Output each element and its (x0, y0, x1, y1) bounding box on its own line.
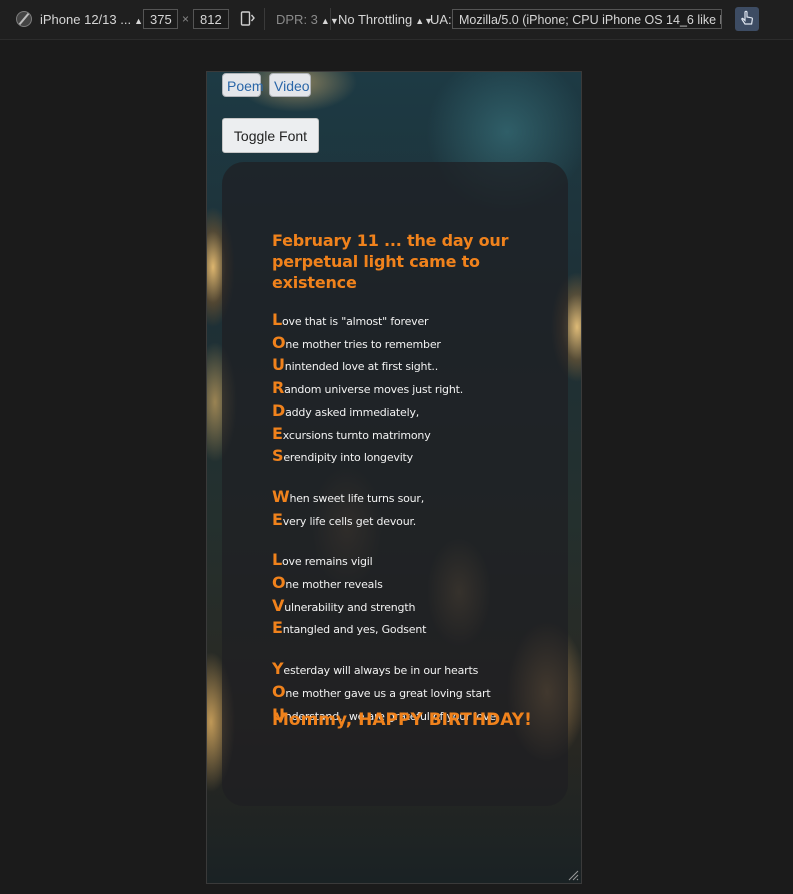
poem-line: Daddy asked immediately, (272, 401, 562, 424)
poem-line: When sweet life turns sour, (272, 487, 562, 510)
line-text: very life cells get devour. (282, 514, 417, 528)
line-text: erendipity into longevity (283, 451, 413, 465)
poem-card: February 11 ... the day our perpetual li… (222, 162, 568, 806)
poem-line: Entangled and yes, Godsent (272, 618, 562, 641)
poem-line: One mother gave us a great loving start (272, 682, 562, 705)
viewport-height-input[interactable]: 812 (193, 9, 229, 29)
line-text: esterday will always be in our hearts (283, 664, 479, 678)
device-label: iPhone 12/13 ... (40, 12, 132, 27)
poem-button[interactable]: Poem (222, 73, 264, 97)
throttling-label: No Throttling (338, 12, 413, 27)
mobile-viewport: Poem Video Toggle Font February 11 ... t… (206, 71, 582, 884)
stanza-gap (272, 641, 562, 659)
line-text: hen sweet life turns sour, (289, 491, 425, 505)
acrostic-initial: U (272, 355, 285, 375)
toolbar-divider (330, 8, 331, 30)
line-text: addy asked immediately, (285, 405, 420, 419)
line-text: ove remains vigil (282, 555, 373, 569)
device-select[interactable]: iPhone 12/13 ...▲▼ (40, 12, 152, 27)
throttling-select[interactable]: No Throttling ▲▼ (338, 12, 433, 27)
devtools-device-toolbar: iPhone 12/13 ...▲▼ 375 × 812 DPR: 3▲▼ No… (0, 0, 793, 40)
line-text: andom universe moves just right. (284, 383, 464, 397)
poem: February 11 ... the day our perpetual li… (272, 230, 562, 727)
acrostic-initial: O (272, 573, 286, 593)
touch-hand-icon[interactable] (735, 7, 759, 31)
line-text: ne mother reveals (285, 578, 383, 592)
dimension-separator: × (182, 12, 190, 26)
acrostic-initial: W (272, 486, 290, 506)
poem-line: Love remains vigil (272, 550, 562, 573)
dpr-label: DPR: 3 (276, 12, 318, 27)
acrostic-initial: L (272, 310, 282, 329)
acrostic-initial: D (272, 400, 286, 420)
ua-label: UA: (430, 12, 452, 27)
poem-line: Yesterday will always be in our hearts (272, 659, 562, 682)
poem-line: Serendipity into longevity (272, 446, 562, 469)
toolbar-divider (264, 8, 265, 30)
line-text: ne mother gave us a great loving start (285, 686, 491, 700)
acrostic-initial: Y (272, 659, 284, 679)
poem-line: One mother reveals (272, 573, 562, 596)
line-text: ne mother tries to remember (285, 337, 441, 351)
poem-line: Unintended love at first sight.. (272, 355, 562, 378)
poem-line: Random universe moves just right. (272, 378, 562, 401)
acrostic-initial: O (272, 681, 286, 701)
line-text: ntangled and yes, Godsent (282, 623, 427, 637)
acrostic-initial: S (272, 446, 284, 466)
acrostic-initial: V (272, 595, 285, 615)
resize-handle-icon[interactable] (567, 869, 579, 881)
poem-line: Every life cells get devour. (272, 510, 562, 533)
rotate-icon[interactable] (240, 10, 256, 28)
block-icon[interactable] (16, 11, 32, 27)
line-text: ulnerability and strength (284, 600, 416, 614)
viewport-width-input[interactable]: 375 (143, 9, 178, 29)
stanza-gap (272, 532, 562, 550)
video-button[interactable]: Video (269, 73, 311, 97)
acrostic-initial: O (272, 332, 286, 352)
line-text: xcursions turnto matrimony (282, 428, 431, 442)
line-text: ove that is "almost" forever (282, 315, 429, 328)
acrostic-initial: R (272, 378, 285, 398)
poem-line: One mother tries to remember (272, 333, 562, 356)
poem-stanzas: Love that is "almost" forever One mother … (272, 310, 562, 727)
acrostic-initial: E (272, 423, 283, 443)
user-agent-input[interactable]: Mozilla/5.0 (iPhone; CPU iPhone OS 14_6 … (452, 9, 722, 29)
poem-title: February 11 ... the day our perpetual li… (272, 231, 509, 292)
poem-line: Excursions turnto matrimony (272, 424, 562, 447)
toggle-font-button[interactable]: Toggle Font (222, 118, 319, 153)
acrostic-initial: E (272, 618, 283, 638)
birthday-greeting: Mommy, HAPPY BIRTHDAY! (272, 710, 532, 730)
acrostic-initial: L (272, 550, 282, 570)
line-text: nintended love at first sight.. (284, 360, 439, 374)
poem-line: Vulnerability and strength (272, 596, 562, 619)
acrostic-initial: E (272, 509, 283, 529)
poem-line: Love that is "almost" forever (272, 310, 562, 333)
stanza-gap (272, 469, 562, 487)
